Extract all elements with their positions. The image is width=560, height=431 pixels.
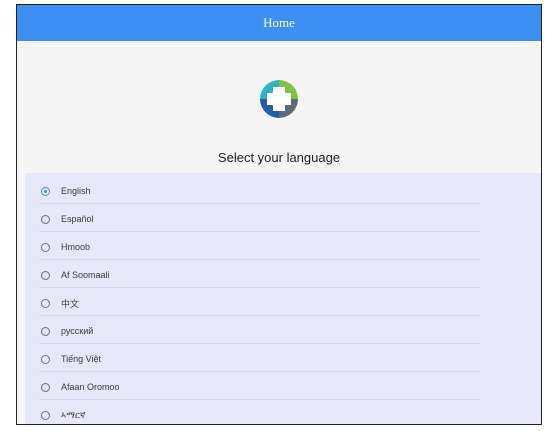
language-option-english[interactable]: English	[25, 179, 495, 203]
app-window: Home Select your language English Españo…	[16, 4, 542, 425]
language-option-amharic[interactable]: ኣማርኛ	[25, 403, 495, 424]
radio-unselected-icon[interactable]	[41, 298, 50, 308]
language-label: Afaan Oromoo	[61, 382, 120, 392]
page-title: Home	[263, 15, 295, 30]
radio-unselected-icon[interactable]	[41, 354, 50, 364]
language-option-espanol[interactable]: Español	[25, 207, 495, 231]
select-language-prompt: Select your language	[217, 150, 341, 165]
top-bar: Home	[17, 5, 541, 41]
language-label: English	[61, 186, 91, 196]
radio-unselected-icon[interactable]	[41, 242, 50, 252]
language-label: Tiếng Việt	[61, 354, 102, 364]
divider	[39, 343, 479, 344]
radio-unselected-icon[interactable]	[41, 326, 50, 336]
divider	[39, 287, 479, 288]
language-option-vietnamese[interactable]: Tiếng Việt	[25, 347, 495, 371]
divider	[39, 371, 479, 372]
language-list: English Español Hmoob Af Soomaali 中文 рус…	[25, 173, 541, 424]
language-label: русский	[61, 326, 94, 336]
header-area: Select your language	[17, 41, 541, 171]
language-option-chinese[interactable]: 中文	[25, 291, 495, 315]
language-label: Hmoob	[61, 242, 91, 252]
divider	[39, 259, 479, 260]
language-label: 中文	[61, 298, 80, 309]
radio-unselected-icon[interactable]	[41, 410, 50, 420]
divider	[39, 231, 479, 232]
language-option-afaan-oromoo[interactable]: Afaan Oromoo	[25, 375, 495, 399]
divider	[39, 203, 479, 204]
radio-unselected-icon[interactable]	[41, 382, 50, 392]
radio-unselected-icon[interactable]	[41, 214, 50, 224]
language-option-af-soomaali[interactable]: Af Soomaali	[25, 263, 495, 287]
radio-unselected-icon[interactable]	[41, 270, 50, 280]
language-label: Af Soomaali	[61, 270, 110, 280]
language-option-hmoob[interactable]: Hmoob	[25, 235, 495, 259]
radio-selected-icon[interactable]	[41, 186, 50, 196]
language-option-russian[interactable]: русский	[25, 319, 495, 343]
language-label: Español	[61, 214, 94, 224]
divider	[39, 399, 479, 400]
health-cross-logo-icon	[260, 80, 298, 118]
divider	[39, 315, 479, 316]
language-label: ኣማርኛ	[61, 409, 86, 420]
